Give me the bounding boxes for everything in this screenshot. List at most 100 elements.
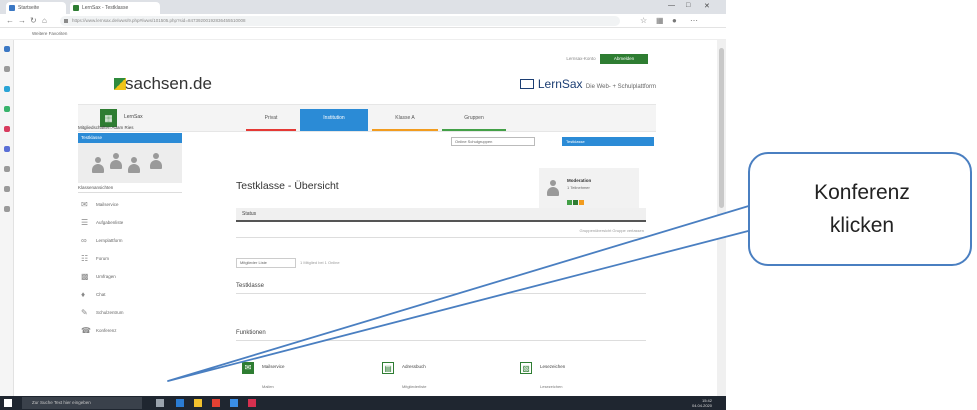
app-icon[interactable]: [4, 126, 10, 132]
sidebar-item-schulzentrum[interactable]: ✎ Schulzentrum: [78, 307, 188, 325]
function-sub: Mailen: [262, 384, 274, 389]
tab-title: Startseite: [18, 5, 40, 11]
sachsen-logo[interactable]: sachsen.de: [125, 74, 212, 94]
sidebar-selected-class[interactable]: Testklasse: [78, 133, 182, 143]
app-icon[interactable]: [4, 46, 10, 52]
explorer-icon[interactable]: [194, 399, 202, 407]
sidebar-item-konferenz[interactable]: ☎ Konferenz: [78, 325, 188, 343]
section-testklasse: Testklasse: [236, 283, 646, 294]
annotation-text: Konferenz klicken: [750, 176, 974, 242]
function-label: Adressbuch: [402, 364, 426, 369]
app-icon[interactable]: [4, 146, 10, 152]
edge-icon[interactable]: [176, 399, 184, 407]
user-name: Moderation: [567, 178, 592, 183]
tab-favicon-icon: [73, 5, 79, 11]
tab-privat[interactable]: Privat: [246, 109, 296, 131]
app-icon[interactable]: [212, 399, 220, 407]
edge-side-bar: [0, 40, 14, 396]
url-field[interactable]: https://www.lernsax.de/wws/9.php#/wws/10…: [60, 16, 620, 26]
app-icon[interactable]: [248, 399, 256, 407]
sidebar-item-lernplattform[interactable]: ∞ Lernplattform: [78, 235, 188, 253]
minimize-icon[interactable]: —: [668, 2, 675, 9]
taskbar-clock[interactable]: 15:42 04.04.2020: [692, 398, 712, 408]
windows-start-icon[interactable]: [4, 399, 12, 407]
favorites-star-icon[interactable]: ☆: [640, 16, 647, 25]
app-icon[interactable]: [230, 399, 238, 407]
app-icon[interactable]: [4, 186, 10, 192]
taskbar-search[interactable]: Zur Suche Text hier eingeben: [22, 397, 142, 409]
app-icon[interactable]: [4, 86, 10, 92]
app-icon[interactable]: [4, 66, 10, 72]
sidebar-item-aufgaben[interactable]: ☰ Aufgabenliste: [78, 217, 188, 235]
sidebar-item-label: Schulzentrum: [96, 310, 124, 315]
members-select[interactable]: Mitglieder Liste: [236, 258, 296, 268]
sidebar-item-mailservice[interactable]: ✉ Mailservice: [78, 199, 188, 217]
url-text: https://www.lernsax.de/wws/9.php#/wws/10…: [72, 18, 246, 23]
bookmarks-folder[interactable]: Weitere Favoriten: [32, 31, 67, 36]
browser-tab-active[interactable]: LernSax - Testklasse: [70, 2, 160, 14]
function-label: Mailservice: [262, 364, 285, 369]
tab-label: Institution: [323, 115, 345, 121]
close-icon[interactable]: ✕: [704, 2, 710, 10]
user-status: 1 Teilnehmer: [567, 185, 590, 190]
lernsax-logo[interactable]: LernSax Die Web- + Schulplattform: [519, 77, 656, 91]
chart-icon: ∞: [81, 236, 87, 245]
logout-button[interactable]: Abmelden: [600, 54, 648, 64]
bookmarks-bar: Weitere Favoriten: [0, 28, 726, 40]
browser-tab[interactable]: Startseite: [6, 2, 66, 14]
function-sub: Lesezeichen: [540, 384, 563, 389]
lernsax-tagline: Die Web- + Schulplattform: [585, 84, 656, 90]
site-header: sachsen.de LernSax Die Web- + Schulplatt…: [78, 68, 656, 102]
function-mailservice[interactable]: ✉ Mailservice Mailen: [242, 362, 285, 389]
status-links[interactable]: Gruppenübersicht Gruppe verlassen: [580, 228, 644, 233]
person-icon: [128, 157, 140, 173]
forward-icon[interactable]: →: [18, 16, 26, 25]
tab-label: Gruppen: [464, 115, 484, 121]
sidebar-item-label: Umfragen: [96, 274, 116, 279]
app-icon[interactable]: [4, 206, 10, 212]
address-bar-row: ← → ↻ ⌂ https://www.lernsax.de/wws/9.php…: [0, 14, 726, 28]
class-select[interactable]: Testklasse: [562, 137, 654, 146]
sidebar-item-forum[interactable]: ☷ Forum: [78, 253, 188, 271]
wiki-icon: ✎: [81, 308, 88, 317]
tab-klasse[interactable]: Klasse A: [372, 109, 438, 131]
sidebar-item-umfragen[interactable]: ▩ Umfragen: [78, 271, 188, 289]
menu-dots-icon[interactable]: ⋯: [690, 16, 698, 25]
status-tab[interactable]: Status: [236, 208, 646, 222]
function-adressbuch[interactable]: ▤ Adressbuch Mitgliederliste: [382, 362, 426, 389]
login-user-label: Lernsax-Konto: [566, 56, 596, 61]
function-lesezeichen[interactable]: ▧ Lesezeichen Lesezeichen: [520, 362, 566, 389]
windows-taskbar: Zur Suche Text hier eingeben 15:42 04.04.…: [0, 396, 726, 410]
tab-gruppen[interactable]: Gruppen: [442, 109, 506, 131]
scrollbar-thumb[interactable]: [719, 48, 724, 208]
function-label: Lesezeichen: [540, 364, 566, 369]
reload-icon[interactable]: ↻: [30, 16, 37, 25]
avatar-icon: [547, 180, 559, 196]
person-icon: [150, 153, 162, 169]
sidebar: Mitgliedschaften Adam Ries Testklasse Kl…: [78, 123, 188, 356]
clock-date: 04.04.2020: [691, 403, 712, 408]
function-sub: Mitgliederliste: [402, 384, 427, 389]
group-select[interactable]: Online Schulgruppen: [451, 137, 535, 146]
online-chip: [567, 200, 572, 205]
tab-institution[interactable]: Institution: [300, 109, 368, 131]
sidebar-item-chat[interactable]: ♦ Chat: [78, 289, 188, 307]
person-icon: [92, 157, 104, 173]
chat-icon: ♦: [81, 290, 86, 299]
task-view-icon[interactable]: [156, 399, 164, 407]
app-icon[interactable]: [4, 166, 10, 172]
annotation-callout: Konferenz klicken: [748, 152, 972, 266]
page-title: Testklasse - Übersicht: [236, 180, 339, 192]
alert-chip: [579, 200, 584, 205]
app-icon[interactable]: [4, 106, 10, 112]
class-group-image: [78, 143, 182, 183]
collections-icon[interactable]: ▦: [656, 16, 664, 25]
maximize-icon[interactable]: □: [686, 2, 690, 9]
profile-icon[interactable]: ●: [672, 16, 677, 25]
page-scrollbar[interactable]: [717, 40, 726, 396]
back-icon[interactable]: ←: [6, 16, 14, 25]
forum-icon: ☷: [81, 254, 89, 263]
home-icon[interactable]: ⌂: [42, 16, 47, 25]
annotation-line: klicken: [829, 214, 895, 237]
members-info: 1 Mitglied bei 1 Online: [300, 260, 340, 265]
